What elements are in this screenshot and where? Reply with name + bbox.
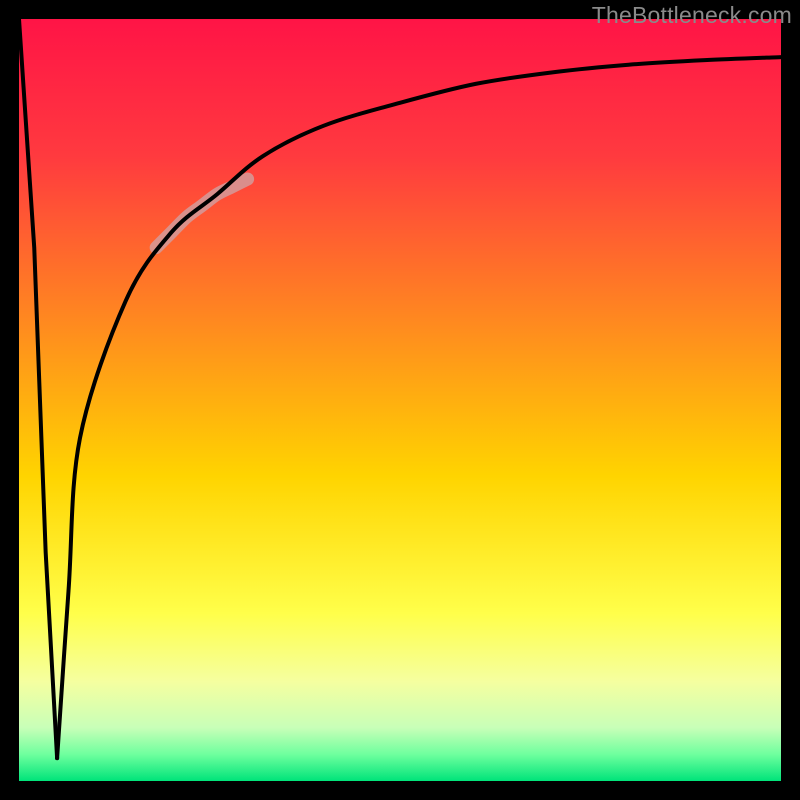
chart-container: TheBottleneck.com [0, 0, 800, 800]
plot-area [0, 0, 800, 800]
bottleneck-chart [0, 0, 800, 800]
watermark-text: TheBottleneck.com [592, 2, 792, 29]
curve-minimum-point [55, 756, 59, 760]
plot-background [19, 19, 781, 781]
